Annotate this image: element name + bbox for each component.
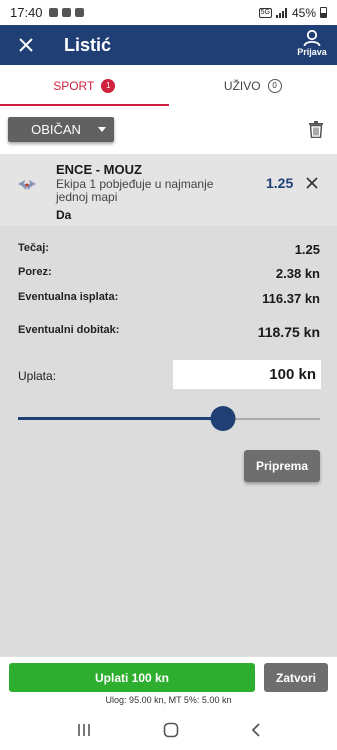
- ticket-type-label: OBIČAN: [31, 122, 81, 137]
- payout-label: Eventualna isplata:: [18, 291, 119, 303]
- tax-label: Porez:: [18, 266, 52, 278]
- tab-live-label: UŽIVO: [223, 78, 261, 93]
- status-right: 5G 45%: [258, 5, 327, 20]
- stake-label: Uplata:: [18, 369, 57, 383]
- page-title: Listić: [64, 34, 112, 55]
- tax-row: Porez: 2.38 kn: [18, 266, 320, 281]
- esports-icon: [16, 178, 38, 197]
- payout-value: 116.37 kn: [262, 291, 320, 306]
- tab-live-count: 0: [267, 78, 282, 93]
- tab-sport[interactable]: SPORT 1: [0, 65, 169, 106]
- network-badge: 5G: [258, 7, 272, 18]
- odds-value: 1.25: [294, 242, 320, 257]
- stake-input[interactable]: [173, 360, 321, 389]
- close-icon[interactable]: [0, 25, 52, 65]
- prepare-button[interactable]: Priprema: [244, 450, 320, 482]
- payout-row: Eventualna isplata: 116.37 kn: [18, 291, 320, 306]
- tabs: SPORT 1 UŽIVO 0: [0, 65, 337, 106]
- tab-live[interactable]: UŽIVO 0: [169, 65, 337, 106]
- slider-thumb[interactable]: [210, 406, 236, 431]
- win-label: Eventualni dobitak:: [18, 324, 120, 336]
- app-bar: Listić Prijava: [0, 25, 337, 65]
- ticket-type-dropdown[interactable]: OBIČAN: [8, 117, 114, 142]
- win-row: Eventualni dobitak: 118.75 kn: [18, 324, 320, 340]
- status-bar: 17:40 5G 45%: [0, 0, 337, 25]
- match-name: ENCE - MOUZ: [56, 162, 142, 177]
- status-time: 17:40: [10, 5, 43, 20]
- tax-value: 2.38 kn: [275, 266, 320, 281]
- tab-sport-count: 1: [101, 78, 116, 93]
- trash-icon[interactable]: [309, 121, 323, 143]
- slider-fill: [18, 417, 224, 420]
- win-value: 118.75 kn: [257, 324, 320, 340]
- system-nav-bar: [0, 710, 337, 750]
- login-label: Prijava: [297, 47, 327, 57]
- battery-percent: 45%: [291, 5, 316, 20]
- bet-odd: 1.25: [266, 175, 294, 191]
- stake-slider[interactable]: [18, 406, 320, 432]
- chevron-down-icon: [98, 127, 106, 132]
- tab-sport-label: SPORT: [53, 78, 95, 93]
- footer: Uplati 100 kn Zatvori Ulog: 95.00 kn, MT…: [0, 656, 337, 710]
- bet-pick: Da: [56, 208, 72, 222]
- remove-bet-icon[interactable]: [306, 176, 318, 194]
- odds-label: Tečaj:: [18, 242, 49, 254]
- user-icon: [303, 29, 321, 47]
- close-button[interactable]: Zatvori: [264, 663, 328, 692]
- recent-apps-icon[interactable]: [76, 723, 92, 737]
- ticket-toolbar: OBIČAN: [0, 106, 337, 154]
- stake-breakdown: Ulog: 95.00 kn, MT 5%: 5.00 kn: [105, 695, 232, 705]
- bet-item: ENCE - MOUZ Ekipa 1 pobjeđuje u najmanje…: [0, 154, 337, 226]
- home-icon[interactable]: [163, 722, 179, 738]
- back-icon[interactable]: [250, 722, 262, 738]
- bet-market: Ekipa 1 pobjeđuje u najmanje jednoj mapi: [56, 177, 214, 204]
- odds-row: Tečaj: 1.25: [18, 242, 320, 257]
- battery-icon: [320, 7, 327, 18]
- notification-icons: [48, 8, 84, 17]
- login-button[interactable]: Prijava: [295, 29, 329, 57]
- signal-icon: [275, 7, 287, 18]
- pay-button[interactable]: Uplati 100 kn: [9, 663, 255, 692]
